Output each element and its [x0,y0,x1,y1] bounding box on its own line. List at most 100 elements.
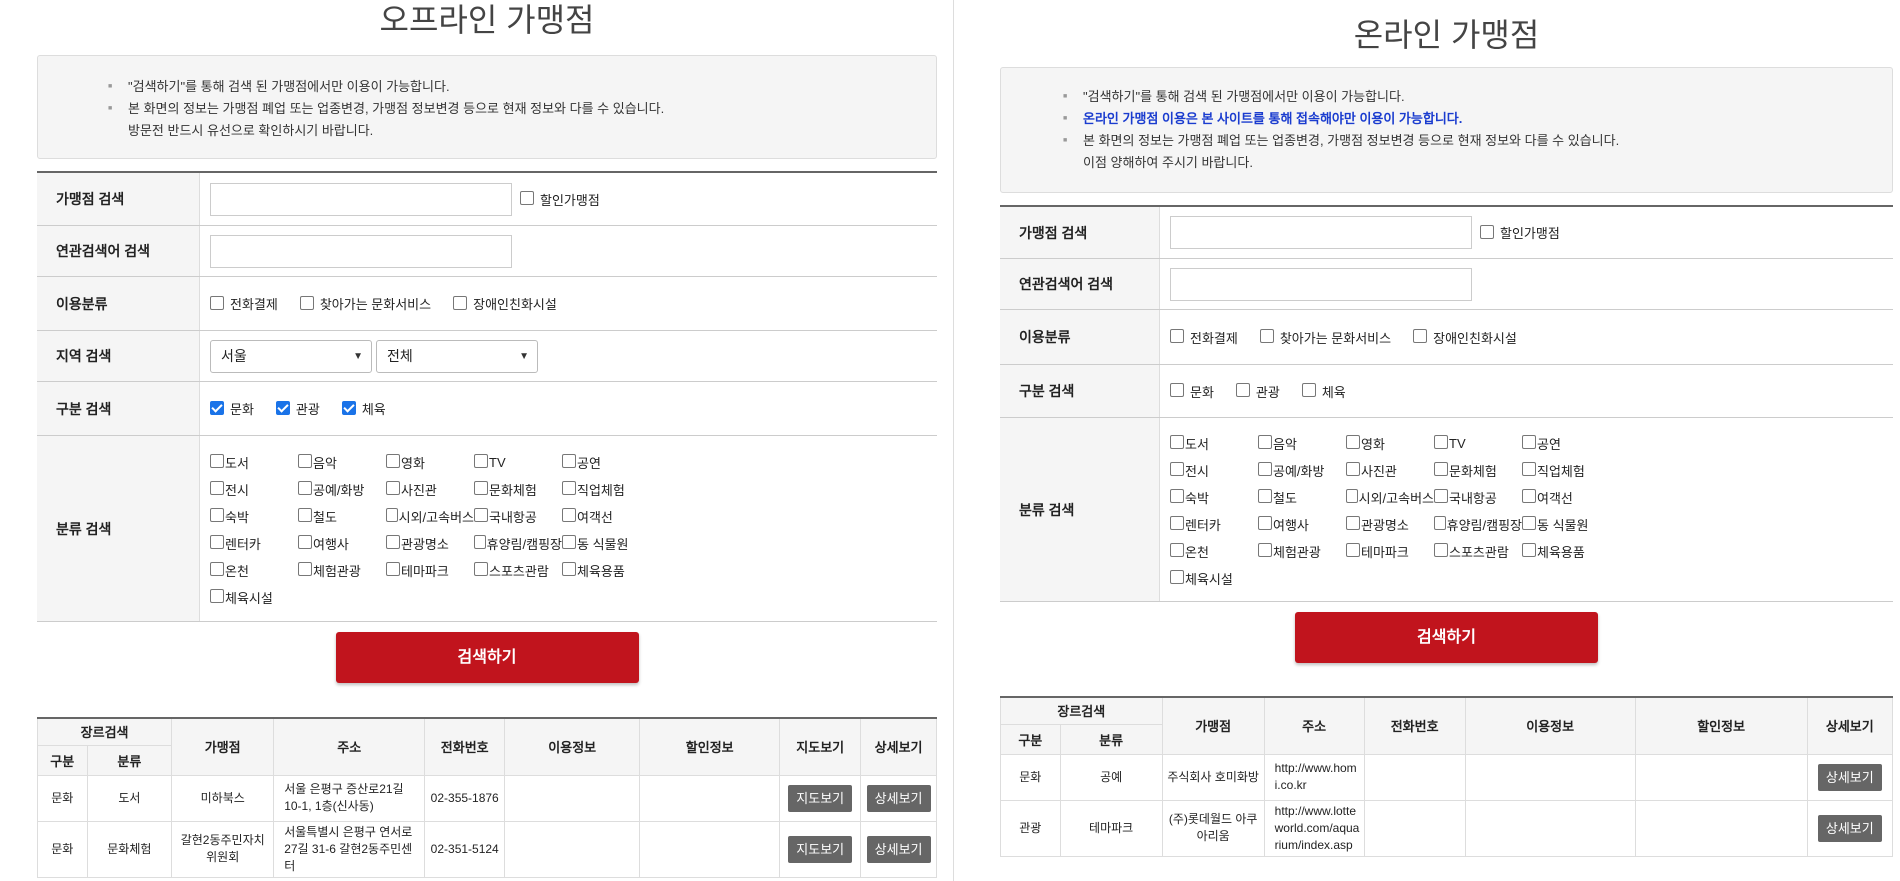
checkbox-box[interactable] [453,295,468,310]
division-option-tourism[interactable]: 관광 [275,399,320,418]
detail-button[interactable]: 상세보기 [1817,763,1882,791]
region-select[interactable]: 서울 ▼ [210,339,372,373]
related-search-input[interactable] [1170,267,1472,301]
usage-option-visiting[interactable]: 찾아가는 문화서비스 [299,294,431,313]
category-option[interactable]: 공연 [562,449,650,476]
category-option[interactable]: 여객선 [562,503,650,530]
checkbox-box[interactable] [1170,570,1184,584]
division-option-sports[interactable]: 체육 [1301,382,1346,401]
category-option[interactable]: 스포츠관람 [474,557,562,584]
category-option[interactable]: 숙박 [1170,484,1258,511]
checkbox-box[interactable] [1522,543,1536,557]
category-option[interactable]: 사진관 [1346,457,1434,484]
checkbox-box[interactable] [1346,543,1360,557]
checkbox-box[interactable] [1522,462,1536,476]
search-button[interactable]: 검색하기 [335,632,639,683]
category-option[interactable]: 직업체험 [1522,457,1610,484]
category-option[interactable]: 렌터카 [210,530,298,557]
checkbox-box[interactable] [562,562,576,576]
category-option[interactable]: 음악 [298,449,386,476]
checkbox-box[interactable] [1480,224,1494,239]
checkbox-box[interactable] [1346,435,1360,449]
discount-store-checkbox[interactable]: 할인가맹점 [1480,223,1560,242]
category-option[interactable]: 음악 [1258,430,1346,457]
checkbox-box[interactable] [1258,462,1272,476]
store-search-input[interactable] [1170,216,1472,249]
checkbox-box[interactable] [1170,462,1184,476]
category-option[interactable]: 철도 [1258,484,1346,511]
checkbox-box[interactable] [1522,489,1536,503]
usage-option-phone[interactable]: 전화결제 [210,294,278,313]
checkbox-box[interactable] [1170,489,1184,503]
category-option[interactable]: 체육시설 [1170,565,1258,592]
checkbox-box[interactable] [562,535,576,549]
category-option[interactable]: 휴양림/캠핑장 [1434,511,1522,538]
checkbox-box[interactable] [474,535,486,549]
discount-store-checkbox[interactable]: 할인가맹점 [520,190,600,209]
checkbox-box[interactable] [275,400,290,415]
checkbox-box[interactable] [562,508,576,522]
category-option[interactable]: 체육시설 [210,584,298,611]
checkbox-box[interactable] [210,481,224,495]
category-option[interactable]: 철도 [298,503,386,530]
checkbox-box[interactable] [1434,435,1448,449]
checkbox-box[interactable] [210,562,224,576]
category-option[interactable]: 전시 [210,476,298,503]
checkbox-box[interactable] [1522,516,1536,530]
category-option[interactable]: 숙박 [210,503,298,530]
checkbox-box[interactable] [1301,383,1316,397]
category-option[interactable]: 공예/화방 [1258,457,1346,484]
category-option[interactable]: 여행사 [1258,511,1346,538]
checkbox-box[interactable] [520,191,534,205]
checkbox-box[interactable] [1434,489,1448,503]
category-option[interactable]: 문화체험 [1434,457,1522,484]
checkbox-box[interactable] [1258,516,1272,530]
checkbox-box[interactable] [386,562,400,576]
checkbox-box[interactable] [1413,329,1428,343]
checkbox-box[interactable] [1170,435,1184,449]
category-option[interactable]: 공연 [1522,430,1610,457]
detail-button[interactable]: 상세보기 [1817,814,1882,842]
category-option[interactable]: 직업체험 [562,476,650,503]
category-option[interactable]: 체육용품 [562,557,650,584]
category-option[interactable]: 시외/고속버스 [386,503,474,530]
checkbox-box[interactable] [210,535,224,549]
checkbox-box[interactable] [210,295,224,310]
checkbox-box[interactable] [1434,516,1446,530]
checkbox-box[interactable] [1346,489,1358,503]
category-option[interactable]: 체험관광 [1258,538,1346,565]
category-option[interactable]: 동 식물원 [562,530,650,557]
cell-addr[interactable]: http://www.lotteworld.com/aquarium/index… [1263,799,1365,857]
detail-button[interactable]: 상세보기 [866,784,931,812]
division-option-culture[interactable]: 문화 [210,399,254,418]
category-option[interactable]: 영화 [1346,430,1434,457]
checkbox-box[interactable] [210,508,224,522]
category-option[interactable]: 영화 [386,449,474,476]
checkbox-box[interactable] [210,400,224,415]
checkbox-box[interactable] [386,454,400,468]
checkbox-box[interactable] [474,454,488,468]
search-button[interactable]: 검색하기 [1295,612,1598,663]
category-option[interactable]: 체육용품 [1522,538,1610,565]
category-option[interactable]: 전시 [1170,457,1258,484]
checkbox-box[interactable] [1258,435,1272,449]
checkbox-box[interactable] [562,454,576,468]
division-option-tourism[interactable]: 관광 [1235,382,1280,401]
category-option[interactable]: 관광명소 [1346,511,1434,538]
checkbox-box[interactable] [298,535,312,549]
checkbox-box[interactable] [1346,516,1360,530]
checkbox-box[interactable] [1259,329,1274,343]
checkbox-box[interactable] [1170,516,1184,530]
category-option[interactable]: 사진관 [386,476,474,503]
checkbox-box[interactable] [474,562,488,576]
cell-addr[interactable]: http://www.homi.co.kr [1263,753,1365,801]
usage-option-accessible[interactable]: 장애인친화시설 [1413,328,1517,347]
checkbox-box[interactable] [210,589,224,603]
category-option[interactable]: 휴양림/캠핑장 [474,530,562,557]
category-option[interactable]: 온천 [1170,538,1258,565]
checkbox-box[interactable] [298,481,312,495]
category-option[interactable]: 국내항공 [1434,484,1522,511]
checkbox-box[interactable] [1235,383,1250,397]
checkbox-box[interactable] [1258,489,1272,503]
category-option[interactable]: 온천 [210,557,298,584]
